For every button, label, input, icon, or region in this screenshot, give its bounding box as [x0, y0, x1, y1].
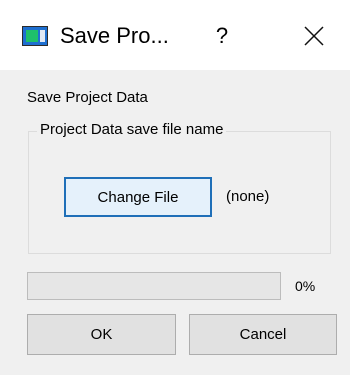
section-title: Save Project Data [27, 89, 148, 106]
window-title: Save Pro... [60, 23, 169, 48]
selected-file-value: (none) [226, 188, 270, 205]
progress-percent: 0% [295, 278, 316, 294]
change-file-button[interactable]: Change File [64, 177, 212, 217]
ok-button[interactable]: OK [27, 314, 176, 355]
help-button[interactable]: ? [207, 20, 237, 52]
app-window-icon [22, 26, 48, 46]
progress-bar [27, 272, 281, 300]
close-icon [304, 26, 324, 46]
close-button[interactable] [296, 18, 332, 54]
cancel-button[interactable]: Cancel [189, 314, 337, 355]
groupbox-label: Project Data save file name [37, 121, 227, 139]
title-bar: Save Pro... ? [0, 0, 350, 70]
